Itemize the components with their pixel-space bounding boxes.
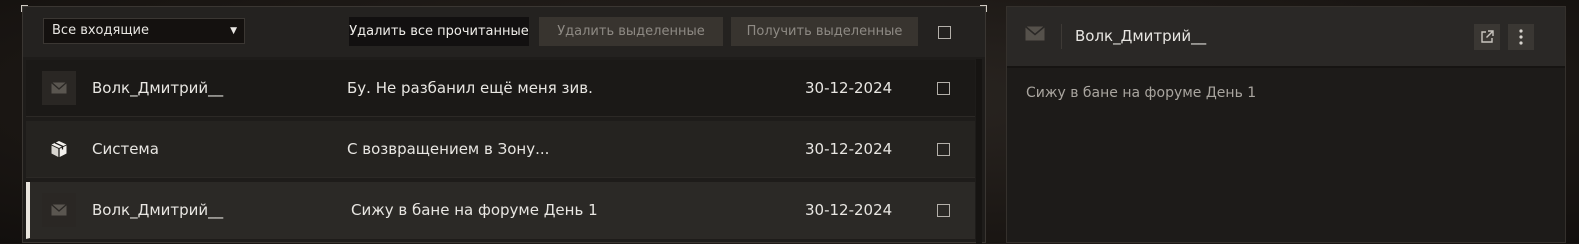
more-vertical-icon — [1519, 29, 1523, 45]
delete-read-button[interactable]: Удалить все прочитанные — [349, 17, 529, 46]
delete-selected-button[interactable]: Удалить выделенные — [539, 17, 723, 46]
message-date: 30-12-2024 — [805, 140, 893, 158]
receive-selected-button[interactable]: Получить выделенные — [731, 17, 918, 46]
message-subject: Бу. Не разбанил ещё меня зив. — [347, 79, 593, 97]
message-sender: Волк_Дмитрий__ — [92, 201, 224, 219]
filter-dropdown[interactable]: Все входящие ▼ — [43, 18, 245, 44]
envelope-icon — [1024, 25, 1046, 45]
message-sender: Система — [92, 140, 159, 158]
message-date: 30-12-2024 — [805, 79, 893, 97]
select-all-checkbox[interactable] — [938, 26, 951, 39]
filter-dropdown-value: Все входящие — [52, 23, 150, 38]
scrollbar[interactable] — [976, 59, 982, 244]
message-checkbox[interactable] — [937, 204, 950, 217]
envelope-icon — [42, 71, 76, 105]
message-checkbox[interactable] — [937, 82, 950, 95]
reader-sender: Волк_Дмитрий__ — [1075, 27, 1207, 45]
envelope-icon — [42, 193, 76, 227]
package-icon — [42, 132, 76, 166]
message-reader-panel: Волк_Дмитрий__ Сижу в бане на форуме Ден… — [1006, 6, 1566, 243]
message-sender: Волк_Дмитрий__ — [92, 79, 224, 97]
more-options-button[interactable] — [1508, 24, 1534, 50]
message-subject: Сижу в бане на форуме День 1 — [351, 201, 598, 219]
message-date: 30-12-2024 — [805, 201, 893, 219]
message-row-selected[interactable]: Волк_Дмитрий__ Сижу в бане на форуме Ден… — [26, 182, 975, 239]
message-row[interactable]: Волк_Дмитрий__ Бу. Не разбанил ещё меня … — [26, 60, 975, 117]
inbox-panel: Все входящие ▼ Удалить все прочитанные У… — [21, 5, 987, 244]
header-divider — [1061, 24, 1062, 49]
message-body: Сижу в бане на форуме День 1 — [1026, 85, 1257, 101]
reader-header: Волк_Дмитрий__ — [1007, 7, 1565, 68]
external-link-icon — [1481, 30, 1494, 43]
inbox-toolbar: Все входящие ▼ Удалить все прочитанные У… — [23, 7, 985, 57]
open-external-button[interactable] — [1474, 24, 1500, 50]
chevron-down-icon: ▼ — [230, 26, 237, 36]
message-checkbox[interactable] — [937, 143, 950, 156]
message-row[interactable]: Система С возвращением в Зону... 30-12-2… — [26, 121, 975, 178]
message-subject: С возвращением в Зону... — [347, 140, 550, 158]
